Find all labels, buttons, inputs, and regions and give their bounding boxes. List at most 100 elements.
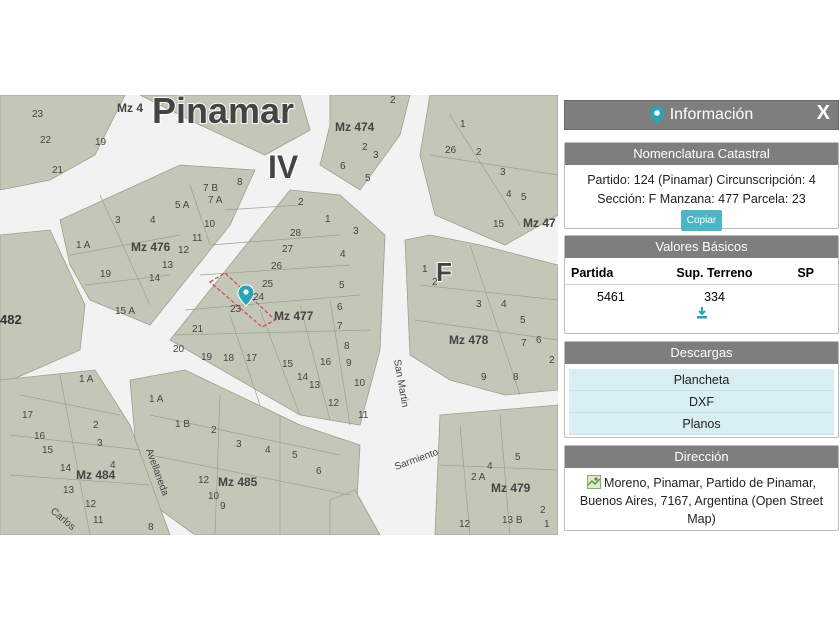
svg-text:9: 9 [346,358,352,369]
svg-text:5: 5 [365,173,371,184]
svg-text:15: 15 [42,445,54,456]
sector-iv-label: IV [268,149,299,185]
svg-text:Mz 4: Mz 4 [117,101,143,115]
svg-text:10: 10 [204,219,216,230]
svg-text:16: 16 [320,357,332,368]
svg-text:2: 2 [93,420,99,431]
location-pin-icon [649,106,664,124]
manzana-label: Mz 474 [335,120,375,134]
svg-text:3: 3 [236,439,242,450]
svg-text:14: 14 [297,372,309,383]
svg-text:5: 5 [515,452,521,463]
cadastral-map[interactable]: Pinamar IV F Mz 474 Mz 476 Mz 477 Mz 478… [0,95,558,535]
svg-text:3: 3 [97,438,103,449]
svg-text:2: 2 [476,147,482,158]
map-canvas[interactable]: Pinamar IV F Mz 474 Mz 476 Mz 477 Mz 478… [0,95,558,535]
svg-text:14: 14 [149,273,161,284]
svg-text:4: 4 [150,215,156,226]
svg-text:4: 4 [501,299,507,310]
svg-text:12: 12 [178,245,190,256]
svg-text:8: 8 [237,177,243,188]
info-panel-title: Información [669,106,754,123]
svg-text:2: 2 [540,505,546,516]
svg-text:2: 2 [549,355,555,366]
svg-text:1: 1 [544,519,550,530]
svg-text:26: 26 [271,261,283,272]
svg-text:2: 2 [211,425,217,436]
plancheta-download[interactable]: Plancheta [569,369,834,391]
manzana-label: Mz 477 [274,309,314,323]
svg-text:17: 17 [246,353,258,364]
svg-text:2: 2 [298,197,304,208]
svg-text:20: 20 [173,344,185,355]
planos-download[interactable]: Planos [569,413,834,435]
svg-text:12: 12 [328,398,340,409]
sector-f-label: F [436,257,452,287]
valores-table: Partida Sup. Terreno SP 5461 334 [565,258,838,306]
svg-text:5: 5 [521,192,527,203]
svg-text:8: 8 [513,372,519,383]
svg-text:1: 1 [325,214,331,225]
svg-text:3: 3 [373,150,379,161]
svg-text:27: 27 [282,244,294,255]
svg-text:16: 16 [34,431,46,442]
svg-text:3: 3 [476,299,482,310]
svg-text:12: 12 [459,519,471,530]
svg-text:19: 19 [201,352,213,363]
copy-button[interactable]: Copiar [680,210,723,231]
col-partida-header: Partida [565,258,655,285]
manzana-label: Mz 476 [131,240,171,254]
svg-text:4: 4 [110,460,116,471]
col-sp-header: SP [774,258,838,285]
svg-text:12: 12 [85,499,97,510]
svg-text:3: 3 [115,215,121,226]
svg-text:24: 24 [253,292,265,303]
svg-text:23: 23 [32,109,44,120]
descargas-heading: Descargas [565,342,838,364]
svg-text:4: 4 [340,249,346,260]
direccion-panel: Dirección Moreno, Pinamar, Partido de Pi… [564,445,839,531]
svg-text:23: 23 [230,304,242,315]
manzana-label: Mz 47 [523,216,556,230]
svg-text:4: 4 [487,461,493,472]
close-button[interactable]: X [817,102,830,125]
svg-text:1 A: 1 A [79,374,94,385]
svg-text:15: 15 [282,359,294,370]
svg-text:7: 7 [337,321,343,332]
svg-text:12: 12 [198,475,210,486]
svg-text:4: 4 [265,445,271,456]
direccion-text: Moreno, Pinamar, Partido de Pinamar, Bue… [579,476,824,526]
svg-text:6: 6 [316,466,322,477]
svg-text:9: 9 [220,501,226,512]
svg-text:13: 13 [162,260,174,271]
svg-text:5: 5 [292,450,298,461]
svg-text:19: 19 [95,137,107,148]
svg-text:2: 2 [362,142,368,153]
nomenclatura-heading: Nomenclatura Catastral [565,143,838,165]
valores-basicos-panel: Valores Básicos Partida Sup. Terreno SP … [564,235,839,334]
manzana-label: Mz 479 [491,481,531,495]
download-icon[interactable] [565,306,838,324]
svg-text:25: 25 [262,279,274,290]
sp-value [774,285,838,307]
svg-text:15: 15 [493,219,505,230]
svg-text:7 B: 7 B [203,183,218,194]
svg-text:10: 10 [354,378,366,389]
dxf-download[interactable]: DXF [569,391,834,413]
svg-text:13: 13 [309,380,321,391]
svg-text:1: 1 [422,264,428,275]
map-icon [587,475,602,489]
manzana-edge-label: 482 [0,312,22,327]
svg-text:2: 2 [432,277,438,288]
map-title-label: Pinamar [152,95,294,131]
manzana-label: Mz 485 [218,475,258,489]
partida-value: 5461 [597,290,625,304]
nomenclatura-line2: Sección: F Manzana: 477 Parcela: 23 [597,192,806,206]
svg-text:10: 10 [208,491,220,502]
svg-text:22: 22 [40,135,52,146]
svg-text:7 A: 7 A [208,195,223,206]
svg-text:9: 9 [481,372,487,383]
svg-text:28: 28 [290,228,302,239]
valores-heading: Valores Básicos [565,236,838,258]
svg-text:6: 6 [536,335,542,346]
